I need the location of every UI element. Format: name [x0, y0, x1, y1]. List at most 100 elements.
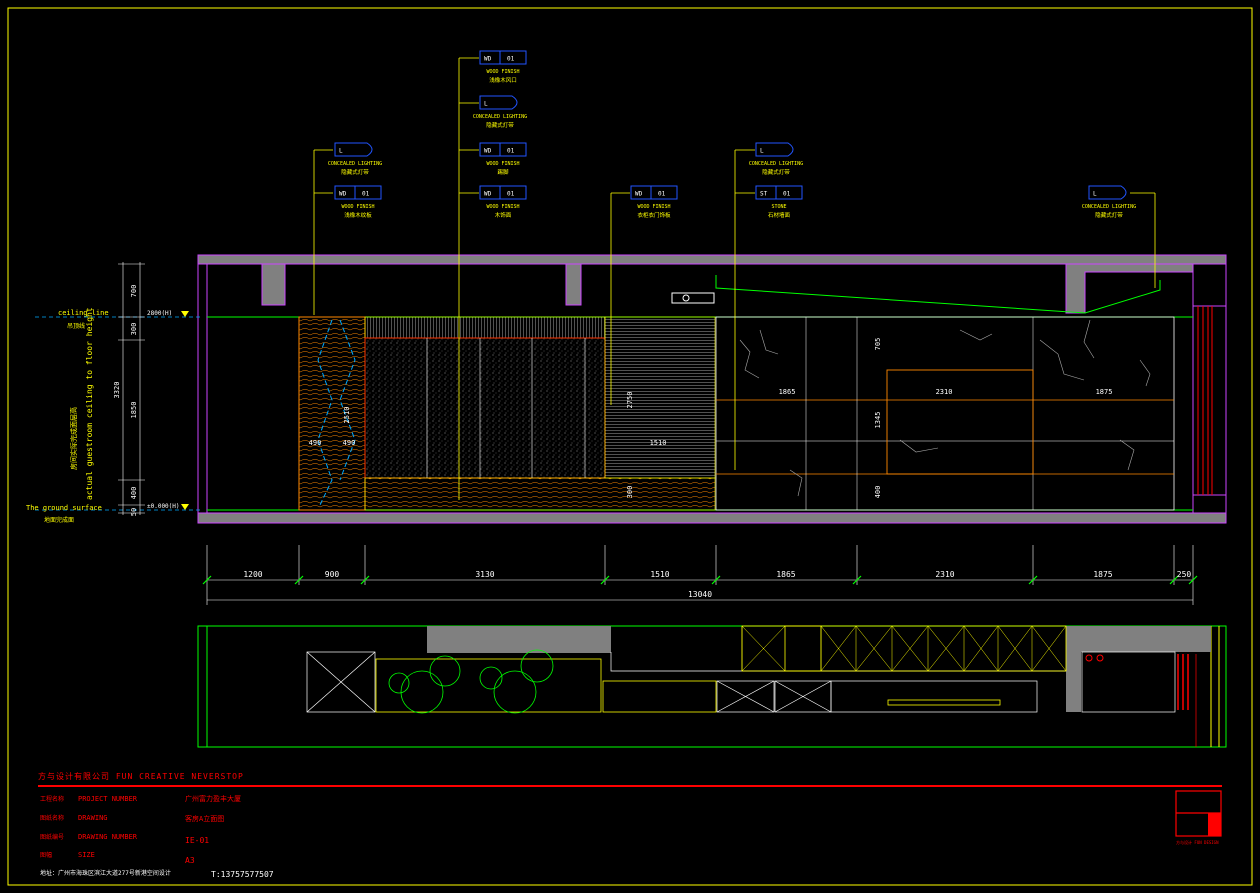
- plan-view: [197, 625, 1227, 748]
- callout-code: WD: [484, 191, 492, 198]
- row-label-en: SIZE: [78, 851, 95, 859]
- row-label-cn: 图幅: [40, 851, 52, 859]
- material-callout: WD 01 WOOD FINISH衣柜衣门饰板: [630, 185, 678, 219]
- inner-dimension: 400: [874, 486, 882, 499]
- window-frame: [1192, 263, 1227, 307]
- callout-code: WD: [484, 56, 492, 63]
- project-name: 广州富力盈丰大厦: [185, 794, 241, 803]
- material-callout: WD 01 WOOD FINISH浅橡木纹板: [334, 185, 382, 219]
- callout-number: 01: [783, 191, 791, 198]
- material-callout: L CONCEALED LIGHTING隐藏式灯带: [749, 142, 803, 176]
- beam: [261, 263, 286, 306]
- inner-dimension: 490: [343, 439, 356, 447]
- horizontal-dimension: 1200: [243, 570, 262, 579]
- vertical-height-label: actual guestroom ceiling to floor height: [85, 307, 94, 500]
- stone-wall: [715, 316, 1175, 511]
- horizontal-dimension: 2310: [935, 570, 954, 579]
- callout-material: WOOD FINISH: [486, 204, 519, 210]
- ceiling-slab: [197, 254, 1227, 265]
- inner-dimension: 2510: [343, 407, 351, 424]
- callout-code: WD: [339, 191, 347, 198]
- callout-material-cn: 浅橡木纹板: [344, 211, 372, 219]
- tv-panel: [886, 369, 1034, 475]
- height-dimension: 400: [130, 487, 138, 500]
- beam: [565, 263, 582, 306]
- horizontal-dimension: 1875: [1093, 570, 1112, 579]
- horizontal-dimension: 1510: [650, 570, 669, 579]
- wardrobe-slats: [604, 316, 716, 479]
- ceiling-line-label-cn: 吊顶线: [67, 322, 85, 330]
- callout-material: WOOD FINISH: [341, 204, 374, 210]
- headboard-panel: [364, 337, 606, 479]
- horizontal-dimension: 900: [325, 570, 340, 579]
- height-dimension: 50: [130, 508, 138, 516]
- elevation-view: [35, 57, 1227, 605]
- callout-material: CONCEALED LIGHTING: [328, 161, 382, 167]
- horizontal-dimension: 1865: [776, 570, 795, 579]
- callout-material-cn: 隐藏式灯带: [1095, 211, 1123, 219]
- callout-number: 01: [507, 148, 515, 155]
- horizontal-dimension: 3130: [475, 570, 494, 579]
- inner-dimension: 2750: [626, 392, 634, 409]
- row-label-en: DRAWING: [78, 814, 108, 822]
- total-dimension: 13040: [688, 590, 712, 599]
- row-label-cn: 工程名称: [40, 795, 64, 803]
- material-callout: WD 01 WOOD FINISH踢脚: [479, 142, 527, 176]
- height-dimension: 300: [130, 323, 138, 336]
- callout-material: WOOD FINISH: [486, 69, 519, 75]
- callout-code: L: [1093, 191, 1097, 198]
- plan-wall: [1066, 652, 1081, 712]
- material-callout: WD 01 WOOD FINISH浅橡木风口: [479, 50, 527, 84]
- row-label-cn: 图纸名称: [40, 814, 64, 822]
- ground-label-cn: 地面完成面: [44, 516, 74, 524]
- callout-material-cn: 衣柜衣门饰板: [637, 211, 671, 219]
- callout-code: WD: [635, 191, 643, 198]
- callout-number: 01: [507, 56, 515, 63]
- inner-dimension: 2310: [936, 388, 953, 396]
- callout-material: CONCEALED LIGHTING: [1082, 204, 1136, 210]
- callout-material-cn: 石材墙面: [768, 211, 791, 219]
- plant-symbols: [388, 649, 554, 714]
- callout-code: L: [484, 101, 488, 108]
- ceiling-line-label: ceiling line: [58, 309, 109, 317]
- callout-material: WOOD FINISH: [486, 161, 519, 167]
- inner-dimension: 1510: [650, 439, 667, 447]
- ground-level-value: ±0.000(H): [147, 503, 180, 510]
- inner-dimension: 1345: [874, 412, 882, 429]
- callout-material: WOOD FINISH: [637, 204, 670, 210]
- inner-dimension: 1875: [1096, 388, 1113, 396]
- inner-dimension: 1865: [779, 388, 796, 396]
- callout-material-cn: 隐藏式灯带: [341, 168, 369, 176]
- headboard: [364, 316, 606, 339]
- inner-dimension: 705: [874, 338, 882, 351]
- plan-wall: [1066, 626, 1211, 652]
- horizontal-dimension: 250: [1177, 570, 1192, 579]
- row-label-en: DRAWING NUMBER: [78, 833, 138, 841]
- sheet-size: A3: [185, 856, 195, 865]
- plan-wall: [427, 626, 611, 653]
- row-label-en: PROJECT NUMBER: [78, 795, 138, 803]
- callout-material-cn: 隐藏式灯带: [762, 168, 790, 176]
- sloped-ceiling: [715, 275, 1161, 314]
- callout-material: CONCEALED LIGHTING: [749, 161, 803, 167]
- callout-material-cn: 踢脚: [497, 168, 509, 176]
- vertical-height-label-cn: 房间实际完成面层高: [69, 407, 78, 470]
- callout-material-cn: 木饰面: [495, 211, 512, 219]
- callout-code: L: [339, 148, 343, 155]
- floor-slab: [197, 512, 1227, 524]
- ground-label: The ground surface: [26, 504, 102, 512]
- material-callout: L CONCEALED LIGHTING隐藏式灯带: [473, 95, 527, 129]
- height-dimension: 3320: [113, 382, 121, 399]
- firm-name: 方与设计有限公司 FUN CREATIVE NEVERSTOP: [38, 771, 244, 781]
- firm-logo: 方与设计 FUN DESIGN: [1175, 790, 1222, 845]
- drawing-name: 客房A立面图: [185, 814, 224, 823]
- cad-drawing-sheet: WD 01WOOD FINISH浅橡木风口LCONCEALED LIGHTING隐…: [7, 7, 1253, 886]
- ceiling-level-value: 2800(H): [147, 310, 172, 317]
- window-frame: [1192, 494, 1227, 514]
- inner-dimension: 300: [626, 486, 634, 499]
- material-callout: WD 01 WOOD FINISH木饰面: [479, 185, 527, 219]
- address: 地址：广州市海珠区滨江大道277号新港空间设计: [40, 869, 171, 877]
- material-callout: ST 01 STONE石材墙面: [755, 185, 803, 219]
- callout-tags: WD 01WOOD FINISH浅橡木风口LCONCEALED LIGHTING隐…: [328, 50, 1136, 219]
- callout-code: ST: [760, 191, 768, 198]
